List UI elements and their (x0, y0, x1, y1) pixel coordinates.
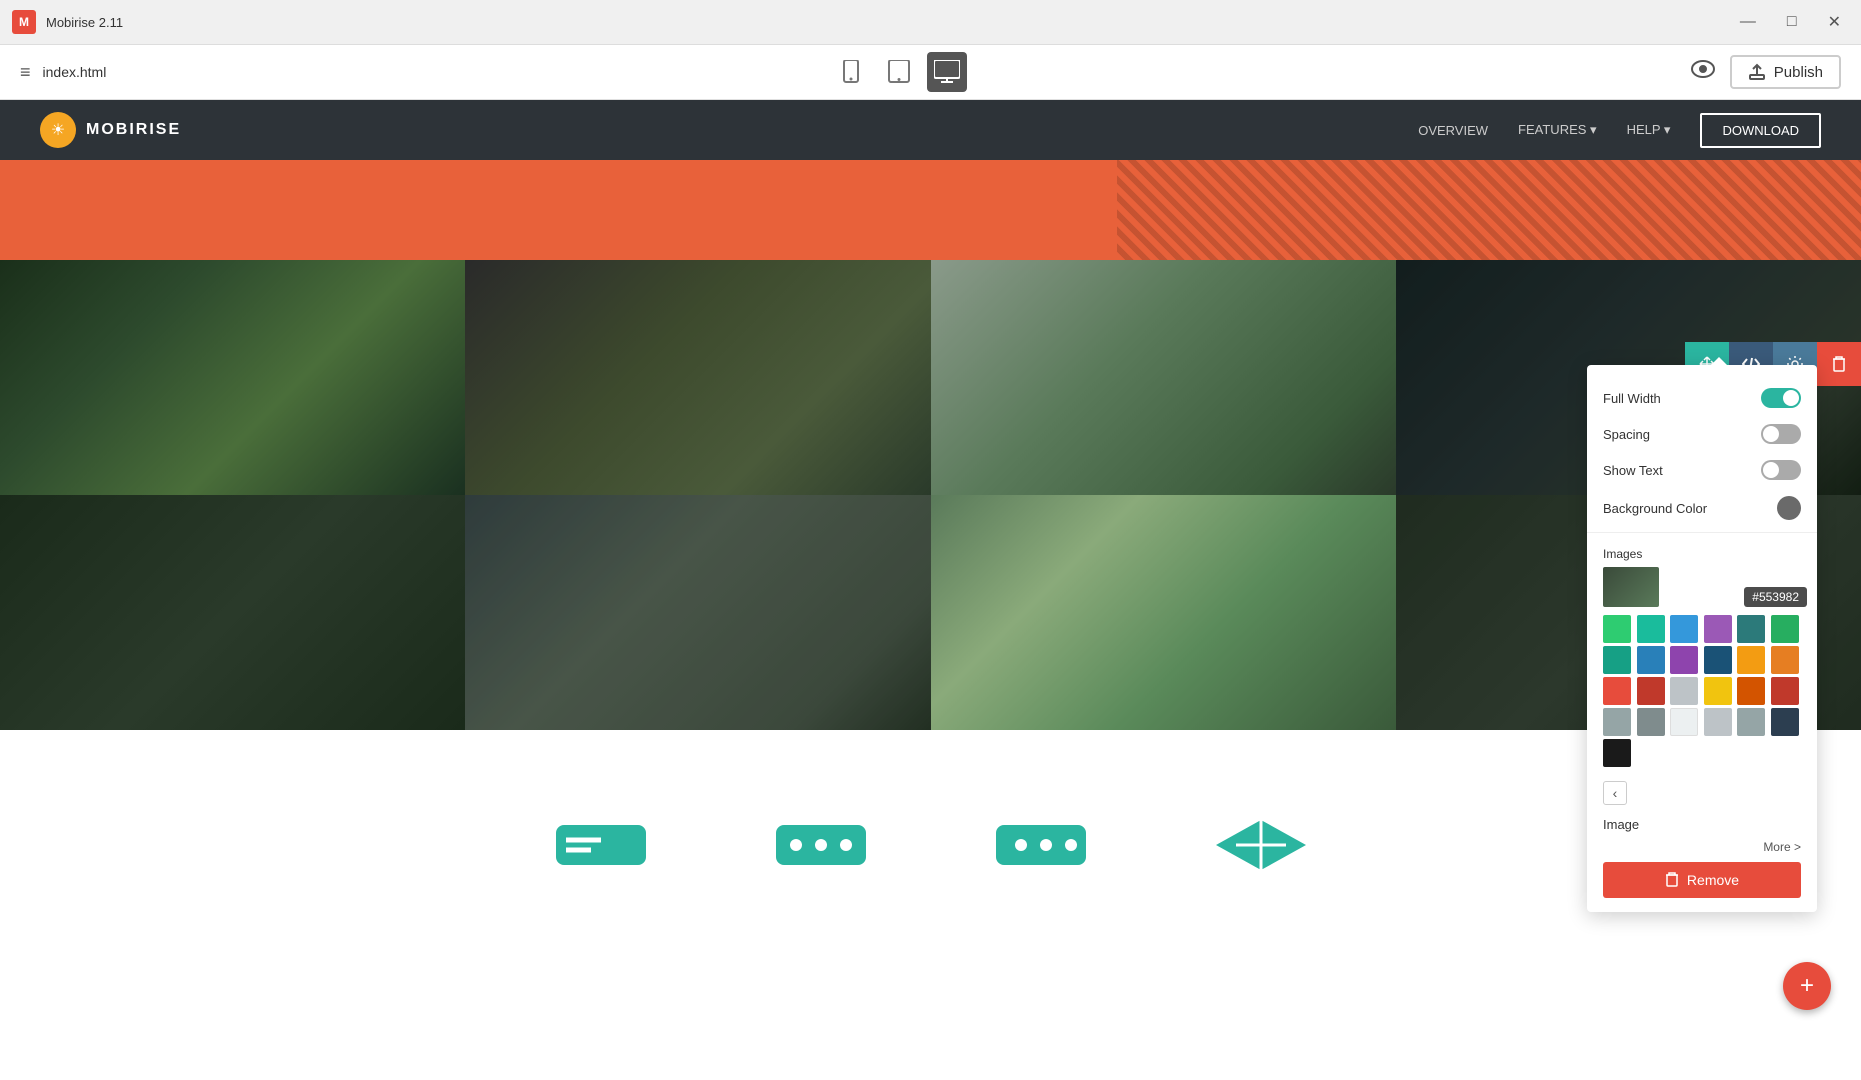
spacing-toggle[interactable] (1761, 424, 1801, 444)
add-block-fab[interactable]: + (1783, 962, 1831, 1010)
palette-color-22[interactable] (1704, 708, 1732, 736)
publish-label: Publish (1774, 64, 1823, 81)
toolbar: ≡ index.html Publish (0, 45, 1861, 100)
palette-color-18[interactable] (1771, 677, 1799, 705)
spacing-label: Spacing (1603, 427, 1650, 442)
tablet-view-button[interactable] (879, 52, 919, 92)
app-title: Mobirise 2.11 (46, 15, 123, 30)
settings-panel: Full Width Spacing Show Text Background … (1587, 365, 1817, 912)
nav-link-help[interactable]: HELP ▾ (1627, 122, 1671, 138)
remove-button[interactable]: Remove (1603, 862, 1801, 898)
gallery-image-6 (465, 495, 930, 730)
palette-color-16[interactable] (1704, 677, 1732, 705)
hamburger-button[interactable]: ≡ (20, 62, 31, 83)
image-row: Image (1587, 809, 1817, 840)
palette-color-19[interactable] (1603, 708, 1631, 736)
preview-button[interactable] (1691, 60, 1715, 84)
bottom-icon-4 (1211, 815, 1311, 875)
orange-section (0, 160, 1861, 260)
gallery-image-3 (931, 260, 1396, 495)
image-label: Image (1603, 817, 1639, 832)
nav-link-features[interactable]: FEATURES ▾ (1518, 122, 1597, 138)
images-label: Images (1603, 547, 1801, 561)
orange-section-pattern (1117, 160, 1861, 260)
bg-color-row: Background Color (1587, 488, 1817, 528)
close-button[interactable]: ✕ (1820, 8, 1849, 36)
show-text-row: Show Text (1587, 452, 1817, 488)
bottom-icon-3 (991, 815, 1091, 875)
spacing-row: Spacing (1587, 416, 1817, 452)
palette-color-11[interactable] (1737, 646, 1765, 674)
title-bar: M Mobirise 2.11 — □ ✕ (0, 0, 1861, 45)
palette-color-5[interactable] (1737, 615, 1765, 643)
site-preview: ☀ MOBIRISE OVERVIEW FEATURES ▾ HELP ▾ DO… (0, 100, 1861, 1035)
full-width-row: Full Width (1587, 380, 1817, 416)
publish-button[interactable]: Publish (1730, 55, 1841, 89)
nav-download-button[interactable]: DOWNLOAD (1700, 113, 1821, 148)
palette-color-25[interactable] (1603, 739, 1631, 767)
remove-label: Remove (1687, 872, 1739, 888)
bottom-icon-2 (771, 815, 871, 875)
divider-1 (1587, 532, 1817, 533)
palette-color-12[interactable] (1771, 646, 1799, 674)
more-link[interactable]: More > (1587, 840, 1817, 854)
palette-color-17[interactable] (1737, 677, 1765, 705)
palette-color-4[interactable] (1704, 615, 1732, 643)
nav-link-overview[interactable]: OVERVIEW (1418, 123, 1488, 138)
color-hex-display: #553982 (1744, 587, 1807, 607)
image-thumbnail[interactable] (1603, 567, 1659, 607)
bottom-icon-1 (551, 815, 651, 875)
palette-color-3[interactable] (1670, 615, 1698, 643)
palette-color-8[interactable] (1637, 646, 1665, 674)
palette-prev-button[interactable]: ‹ (1603, 781, 1627, 805)
palette-navigation: ‹ (1587, 777, 1817, 809)
palette-color-24[interactable] (1771, 708, 1799, 736)
gallery-image-7 (931, 495, 1396, 730)
app-logo: M (12, 10, 36, 34)
minimize-button[interactable]: — (1732, 8, 1764, 36)
bg-color-label: Background Color (1603, 501, 1707, 516)
full-width-toggle[interactable] (1761, 388, 1801, 408)
nav-logo-text: MOBIRISE (86, 121, 181, 139)
gallery-image-5 (0, 495, 465, 730)
mobile-view-button[interactable] (831, 52, 871, 92)
gallery-image-2 (465, 260, 930, 495)
palette-color-20[interactable] (1637, 708, 1665, 736)
filename-label: index.html (43, 64, 107, 80)
palette-color-1[interactable] (1603, 615, 1631, 643)
palette-color-10[interactable] (1704, 646, 1732, 674)
color-palette-grid (1603, 615, 1801, 767)
palette-color-6[interactable] (1771, 615, 1799, 643)
bottom-section (0, 730, 1861, 960)
nav-logo-icon: ☀ (40, 112, 76, 148)
palette-color-23[interactable] (1737, 708, 1765, 736)
maximize-button[interactable]: □ (1779, 8, 1805, 36)
show-text-label: Show Text (1603, 463, 1663, 478)
palette-color-7[interactable] (1603, 646, 1631, 674)
palette-color-14[interactable] (1637, 677, 1665, 705)
palette-color-2[interactable] (1637, 615, 1665, 643)
preview-navbar: ☀ MOBIRISE OVERVIEW FEATURES ▾ HELP ▾ DO… (0, 100, 1861, 160)
gallery-image-1 (0, 260, 465, 495)
color-palette-section: Images (1587, 537, 1817, 777)
palette-color-13[interactable] (1603, 677, 1631, 705)
delete-block-button[interactable] (1817, 342, 1861, 386)
palette-color-15[interactable] (1670, 677, 1698, 705)
orange-section-inner (0, 160, 1117, 260)
bg-color-picker[interactable] (1777, 496, 1801, 520)
gallery-section (0, 260, 1861, 730)
palette-color-9[interactable] (1670, 646, 1698, 674)
desktop-view-button[interactable] (927, 52, 967, 92)
full-width-label: Full Width (1603, 391, 1661, 406)
palette-color-21[interactable] (1670, 708, 1698, 736)
show-text-toggle[interactable] (1761, 460, 1801, 480)
